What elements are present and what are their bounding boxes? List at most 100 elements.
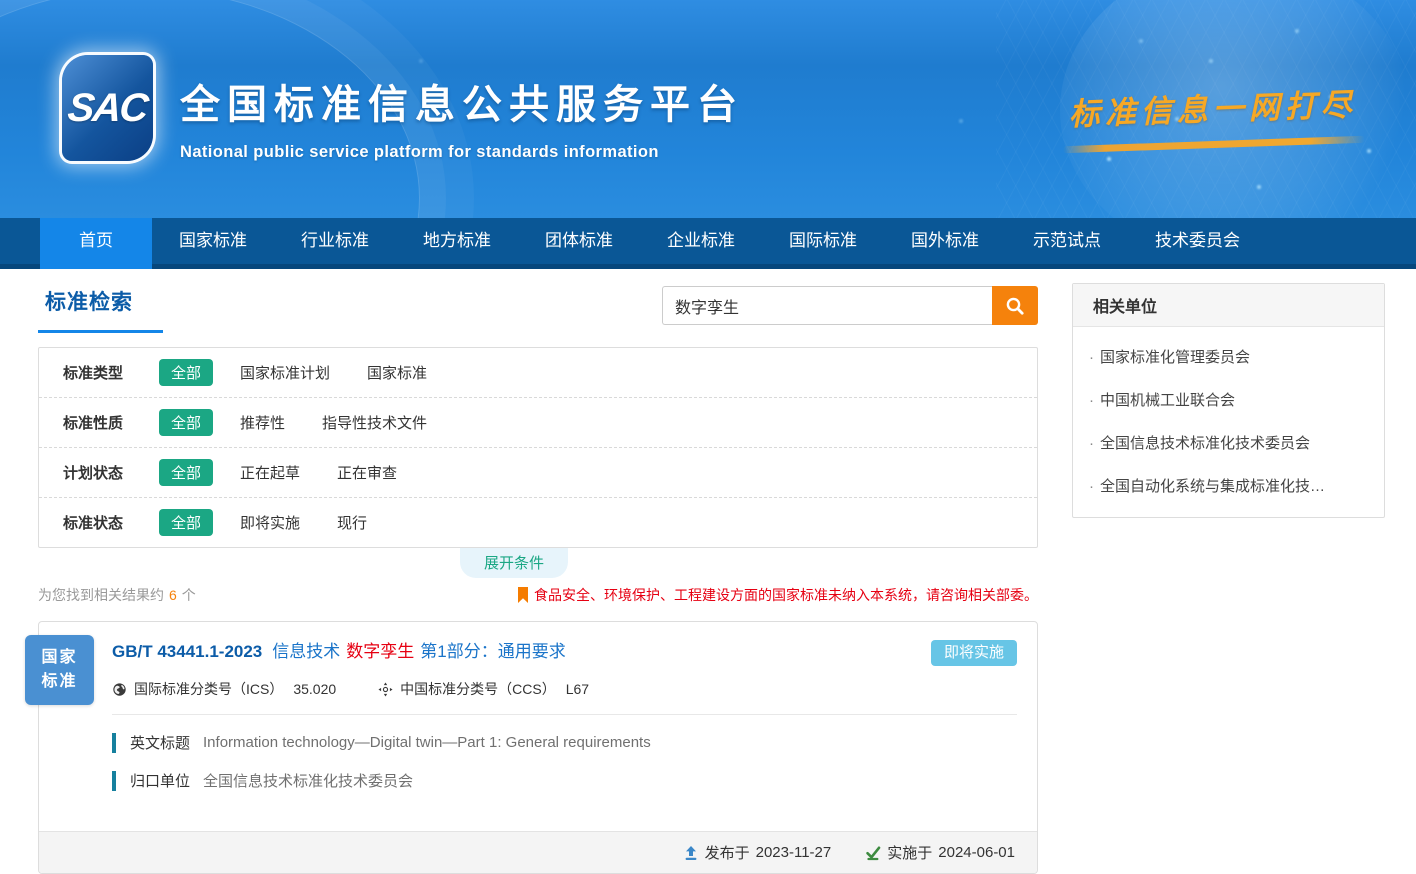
english-title-label: 英文标题 [130,732,190,753]
related-unit-link[interactable]: ·全国自动化系统与集成标准化技… [1073,464,1384,507]
globe-icon [112,682,134,697]
standard-result-card: 国家 标准 GB/T 43441.1-2023信息技术数字孪生第1部分：通用要求… [38,621,1038,874]
standard-title-highlight: 数字孪生 [346,642,414,661]
filter-all-button[interactable]: 全部 [159,509,213,536]
card-title-row: GB/T 43441.1-2023信息技术数字孪生第1部分：通用要求 即将实施 [112,640,1017,666]
related-units-title: 相关单位 [1073,284,1384,327]
filter-all-button[interactable]: 全部 [159,409,213,436]
results-count-suffix: 个 [182,587,196,603]
nav-tab-pilot-demos[interactable]: 示范试点 [1006,218,1128,264]
site-subtitle: National public service platform for sta… [180,143,744,162]
implement-label: 实施于 [887,842,932,863]
publish-date-item: 发布于 2023-11-27 [683,842,832,863]
national-standard-badge: 国家 标准 [25,635,94,705]
sac-logo[interactable]: SAC [62,55,153,161]
implement-date: 2024-06-01 [938,844,1015,861]
filter-panel: 标准类型 全部 国家标准计划 国家标准 标准性质 全部 推荐性 指导性技术文件 [38,347,1038,548]
system-notice: 食品安全、环境保护、工程建设方面的国家标准未纳入本系统，请咨询相关部委。 [518,585,1038,605]
filter-panel-wrap: 标准类型 全部 国家标准计划 国家标准 标准性质 全部 推荐性 指导性技术文件 [38,347,1038,548]
filter-row-standard-nature: 标准性质 全部 推荐性 指导性技术文件 [39,398,1037,448]
nav-tab-national-standards[interactable]: 国家标准 [152,218,274,264]
results-row: 为您找到相关结果约 6个 食品安全、环境保护、工程建设方面的国家标准未纳入本系统，… [38,585,1038,605]
card-meta-row: 国际标准分类号（ICS） 35.020 [112,679,1017,699]
expand-conditions-button[interactable]: 展开条件 [460,548,568,578]
nav-tab-home[interactable]: 首页 [40,218,152,269]
detail-bar-decoration [112,771,116,791]
results-count-prefix: 为您找到相关结果约 [38,587,164,603]
slogan-text: 标准信息一网打尽 [1061,79,1364,135]
filter-label: 标准状态 [63,512,159,533]
related-unit-label: 全国自动化系统与集成标准化技… [1100,478,1325,495]
filter-row-standard-status: 标准状态 全部 即将实施 现行 [39,498,1037,547]
publish-icon [683,845,705,861]
sidebar-column: 相关单位 ·国家标准化管理委员会 · 中国机械工业联合会 ·全国信息技术标准化技术… [1072,283,1385,874]
card-divider [112,714,1017,715]
related-unit-link[interactable]: · 中国机械工业联合会 [1073,378,1384,421]
title-underline-decoration [38,330,163,333]
filter-all-button[interactable]: 全部 [159,459,213,486]
nav-tab-foreign-standards[interactable]: 国外标准 [884,218,1006,264]
site-title-block: 全国标准信息公共服务平台 National public service pla… [180,72,744,162]
compass-icon [378,682,400,697]
english-title-value: Information technology—Digital twin—Part… [203,734,651,751]
ccs-meta: 中国标准分类号（CCS） L67 [378,679,589,699]
filter-option[interactable]: 正在审查 [337,462,397,483]
nav-tab-international-standards[interactable]: 国际标准 [762,218,884,264]
implement-check-icon [865,845,887,861]
nav-tab-group-standards[interactable]: 团体标准 [518,218,640,264]
site-header: SAC 全国标准信息公共服务平台 National public service… [0,0,1416,218]
nav-tab-enterprise-standards[interactable]: 企业标准 [640,218,762,264]
bullet: · [1089,392,1094,409]
related-units-list: ·国家标准化管理委员会 · 中国机械工业联合会 ·全国信息技术标准化技术委员会 ·… [1073,327,1384,517]
card-body: GB/T 43441.1-2023信息技术数字孪生第1部分：通用要求 即将实施 [39,622,1037,811]
publish-date: 2023-11-27 [756,844,832,861]
search-group [662,286,1038,325]
badge-line1: 国家 [25,646,94,670]
filter-all-button[interactable]: 全部 [159,359,213,386]
filter-options: 即将实施 现行 [240,512,367,533]
slogan-block: 标准信息一网打尽 [1061,79,1365,154]
nav-tab-industry-standards[interactable]: 行业标准 [274,218,396,264]
committee-value: 全国信息技术标准化技术委员会 [203,770,413,791]
nav-tab-technical-committees[interactable]: 技术委员会 [1128,218,1267,264]
search-icon [1005,296,1025,316]
notice-text: 食品安全、环境保护、工程建设方面的国家标准未纳入本系统，请咨询相关部委。 [534,585,1038,605]
ics-label: 国际标准分类号（ICS） [134,679,283,699]
bullet: · [1089,349,1094,366]
glow-dots-decoration [0,0,2,2]
ccs-label: 中国标准分类号（CCS） [400,679,556,699]
filter-option[interactable]: 即将实施 [240,512,300,533]
filter-option[interactable]: 指导性技术文件 [322,412,427,433]
filter-option[interactable]: 推荐性 [240,412,285,433]
implement-date-item: 实施于 2024-06-01 [865,842,1015,863]
search-row: 标准检索 [38,286,1038,333]
results-count: 为您找到相关结果约 6个 [38,585,196,605]
results-count-number: 6 [169,587,177,603]
standard-title-part2: 第1部分：通用要求 [420,642,565,661]
standard-title-link[interactable]: GB/T 43441.1-2023 信息技术数字孪生第1部分：通用要求 [112,640,566,664]
filter-row-plan-status: 计划状态 全部 正在起草 正在审查 [39,448,1037,498]
search-button[interactable] [992,286,1038,325]
ccs-value: L67 [566,681,589,697]
filter-option[interactable]: 现行 [337,512,367,533]
filter-option[interactable]: 国家标准 [367,362,427,383]
filter-label: 标准类型 [63,362,159,383]
ics-meta: 国际标准分类号（ICS） 35.020 [112,679,336,699]
filter-options: 国家标准计划 国家标准 [240,362,427,383]
related-unit-link[interactable]: ·全国信息技术标准化技术委员会 [1073,421,1384,464]
filter-option[interactable]: 国家标准计划 [240,362,330,383]
filter-label: 计划状态 [63,462,159,483]
filter-option[interactable]: 正在起草 [240,462,300,483]
sac-logo-text: SAC [66,86,149,131]
committee-row: 归口单位 全国信息技术标准化技术委员会 [112,770,1017,791]
filter-label: 标准性质 [63,412,159,433]
site-title: 全国标准信息公共服务平台 [180,72,744,130]
standard-title-part1: 信息技术 [272,642,340,661]
related-unit-label: 中国机械工业联合会 [1100,392,1235,409]
related-unit-link[interactable]: ·国家标准化管理委员会 [1073,335,1384,378]
related-units-panel: 相关单位 ·国家标准化管理委员会 · 中国机械工业联合会 ·全国信息技术标准化技术… [1072,283,1385,518]
search-input[interactable] [662,286,992,325]
nav-tab-local-standards[interactable]: 地方标准 [396,218,518,264]
standard-code: GB/T 43441.1-2023 [112,642,262,661]
section-title-block: 标准检索 [38,286,163,333]
